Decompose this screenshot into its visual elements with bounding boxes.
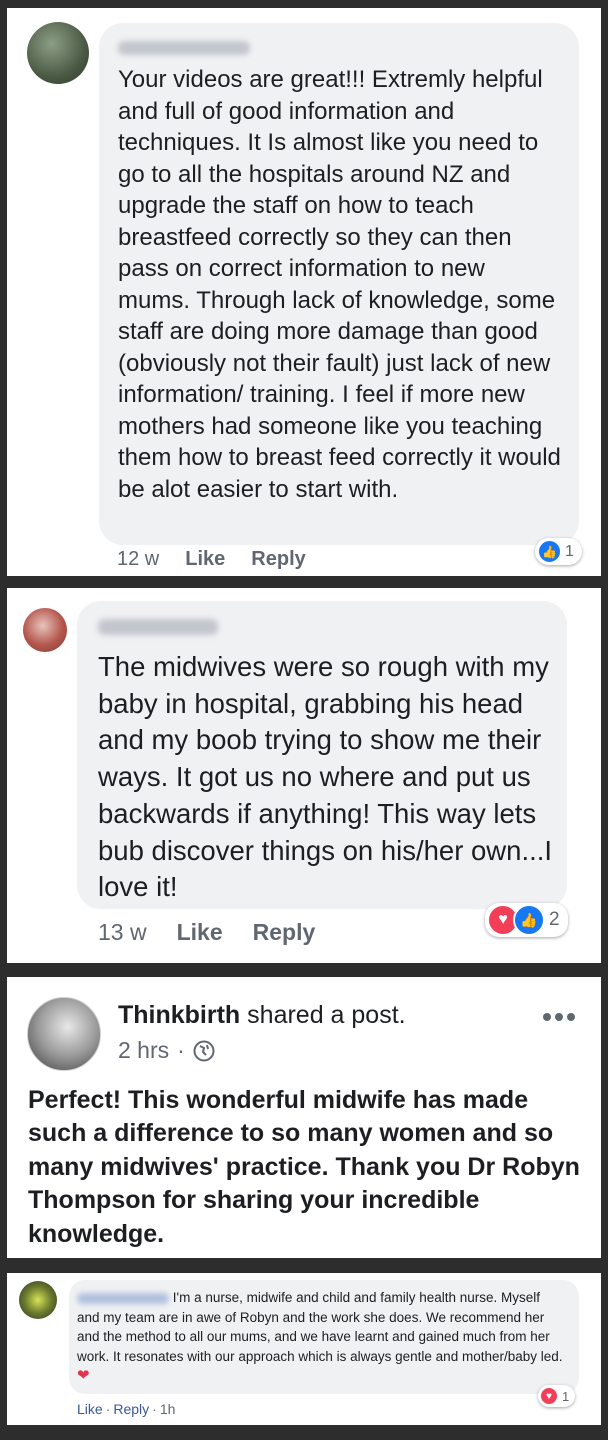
comment-bubble: The midwives were so rough with my baby …	[77, 601, 567, 909]
like-link[interactable]: Like	[185, 548, 225, 571]
post-meta: 2 hrs ·	[118, 1037, 215, 1064]
commenter-avatar[interactable]	[23, 608, 67, 652]
post-time[interactable]: 2 hrs	[118, 1037, 169, 1064]
commenter-avatar[interactable]	[27, 22, 89, 84]
commenter-avatar[interactable]	[19, 1281, 57, 1319]
comment-time[interactable]: 1h	[160, 1401, 176, 1417]
comment-card-1: Your videos are great!!! Extremly helpfu…	[7, 8, 601, 576]
page-avatar[interactable]	[27, 997, 101, 1071]
like-icon: 👍	[513, 904, 545, 936]
comment-bubble: Your videos are great!!! Extremly helpfu…	[99, 23, 579, 545]
comment-card-4: I'm a nurse, midwife and child and famil…	[7, 1273, 601, 1425]
reaction-summary[interactable]: ♥ 1	[538, 1385, 576, 1407]
post-action: shared a post.	[247, 1001, 406, 1029]
love-icon: ♥	[539, 1386, 559, 1406]
reaction-summary[interactable]: ♥ 👍 2	[485, 903, 568, 937]
like-link[interactable]: Like	[77, 1401, 103, 1417]
post-author[interactable]: Thinkbirth	[118, 1001, 240, 1029]
post-header: Thinkbirth shared a post.	[118, 1001, 406, 1030]
comment-actions: 13 w Like Reply	[98, 919, 315, 946]
comment-card-2: The midwives were so rough with my baby …	[7, 588, 601, 963]
more-options-icon[interactable]	[543, 1013, 575, 1021]
comment-text: Your videos are great!!! Extremly helpfu…	[118, 66, 561, 503]
shared-post-card: Thinkbirth shared a post. 2 hrs · Perfec…	[7, 977, 601, 1258]
like-icon: 👍	[537, 539, 562, 564]
reaction-count: 1	[562, 1388, 570, 1404]
comment-bubble: I'm a nurse, midwife and child and famil…	[69, 1280, 579, 1394]
commenter-name-redacted[interactable]	[118, 41, 250, 55]
reply-link[interactable]: Reply	[251, 548, 305, 571]
comment-actions: Like · Reply · 1h	[77, 1401, 176, 1417]
globe-icon	[193, 1040, 215, 1062]
comment-actions: 12 w Like Reply	[117, 548, 306, 571]
comment-time[interactable]: 12 w	[117, 548, 159, 571]
reply-link[interactable]: Reply	[253, 919, 316, 946]
commenter-name-redacted[interactable]	[77, 1292, 169, 1304]
post-text: Perfect! This wonderful midwife has made…	[28, 1086, 580, 1248]
two-hearts-icon: ❤	[77, 1367, 90, 1384]
reaction-count: 2	[549, 909, 560, 930]
comment-text: The midwives were so rough with my baby …	[98, 651, 553, 903]
like-link[interactable]: Like	[177, 919, 223, 946]
reaction-count: 1	[565, 542, 574, 560]
commenter-name-redacted[interactable]	[98, 619, 218, 635]
comment-time[interactable]: 13 w	[98, 919, 147, 946]
reply-link[interactable]: Reply	[113, 1401, 149, 1417]
reaction-summary[interactable]: 👍 1	[535, 538, 582, 565]
